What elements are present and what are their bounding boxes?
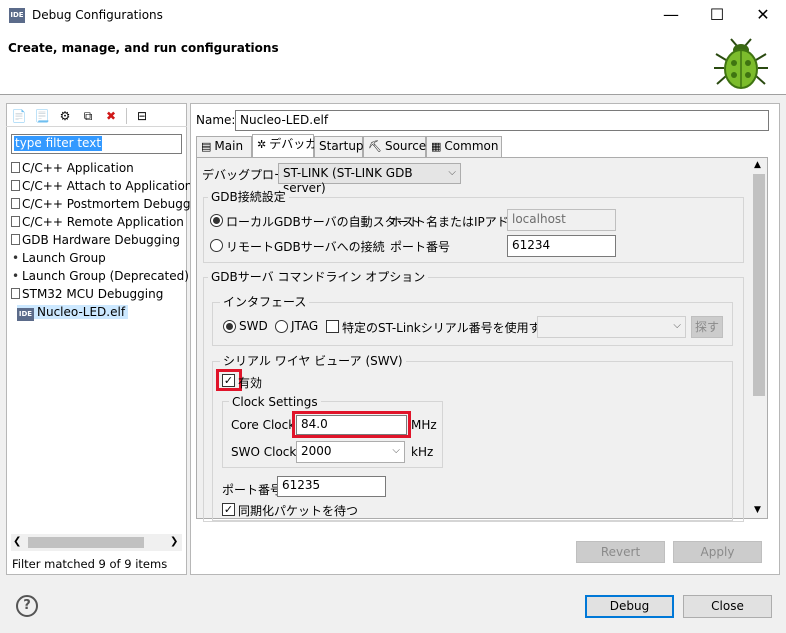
- duplicate-icon[interactable]: ⧉: [80, 108, 96, 124]
- tree-item[interactable]: C/C++ Remote Application: [11, 213, 184, 231]
- tab-common[interactable]: ▦ Common: [426, 136, 502, 157]
- delete-icon[interactable]: ✖: [103, 108, 119, 124]
- tree-item[interactable]: • Launch Group: [11, 249, 106, 267]
- file-icon: [11, 198, 20, 209]
- file-icon: [11, 180, 20, 191]
- tab-debugger[interactable]: ✲ デバッガ: [252, 134, 317, 158]
- core-clock-field[interactable]: 84.0: [296, 415, 407, 435]
- gdb-cmdline-title: GDBサーバ コマンドライン オプション: [208, 270, 429, 284]
- toolbar-divider: [126, 108, 127, 124]
- swo-clock-select[interactable]: 2000 ⌵: [296, 441, 405, 463]
- chevron-down-icon: ⌵: [673, 320, 681, 331]
- swo-clock-unit: kHz: [411, 445, 434, 459]
- close-button[interactable]: Close: [683, 595, 772, 618]
- scroll-down-icon[interactable]: ▼: [754, 505, 761, 515]
- sync-packet-label: 同期化パケットを待つ: [238, 504, 359, 518]
- host-field[interactable]: localhost: [507, 209, 616, 231]
- tree-item[interactable]: C/C++ Application: [11, 159, 134, 177]
- probe-select[interactable]: ST-LINK (ST-LINK GDB server) ⌵: [278, 163, 461, 195]
- tab-startup[interactable]: Startup: [314, 136, 364, 157]
- export-icon[interactable]: ⚙: [57, 108, 73, 124]
- file-icon: [11, 288, 20, 299]
- jtag-label: JTAG: [291, 319, 319, 333]
- swv-port-field[interactable]: 61235: [277, 476, 386, 497]
- tab-main[interactable]: ▤ Main: [196, 136, 252, 157]
- tab-source[interactable]: ⛏ Source: [363, 136, 426, 157]
- port-label: ポート番号: [390, 240, 451, 254]
- serial-select[interactable]: ⌵: [537, 316, 686, 338]
- search-button[interactable]: 探す: [691, 316, 723, 338]
- minimize-button[interactable]: —: [648, 0, 694, 31]
- revert-button[interactable]: Revert: [576, 541, 665, 563]
- scroll-thumb[interactable]: [28, 537, 144, 548]
- close-window-button[interactable]: ✕: [740, 0, 786, 31]
- remote-gdb-radio[interactable]: [210, 239, 223, 252]
- file-icon: [11, 216, 20, 227]
- name-field[interactable]: Nucleo-LED.elf: [235, 110, 769, 131]
- serial-checkbox[interactable]: [326, 320, 339, 333]
- scroll-right-icon[interactable]: ❯: [170, 536, 178, 547]
- file-icon: [11, 234, 20, 245]
- dot-icon: •: [11, 269, 20, 283]
- tree-item[interactable]: STM32 MCU Debugging: [11, 285, 163, 303]
- ide-icon: IDE: [17, 308, 34, 321]
- help-icon[interactable]: ?: [16, 595, 38, 617]
- chevron-down-icon: ⌵: [448, 167, 456, 178]
- debug-button[interactable]: Debug: [585, 595, 674, 618]
- scroll-left-icon[interactable]: ❮: [13, 536, 21, 547]
- scroll-up-icon[interactable]: ▲: [754, 160, 761, 170]
- common-tab-icon: ▦: [431, 140, 442, 153]
- enable-label: 有効: [238, 376, 263, 390]
- tree-item-selected[interactable]: IDE Nucleo-LED.elf: [17, 303, 129, 321]
- swd-label: SWD: [239, 319, 268, 333]
- clock-settings-title: Clock Settings: [229, 395, 321, 409]
- new-configuration-icon[interactable]: 📄: [11, 108, 27, 124]
- gdb-connection-title: GDB接続設定: [208, 190, 289, 204]
- name-label: Name:: [196, 113, 236, 127]
- swv-port-label: ポート番号: [222, 483, 283, 497]
- new-prototype-icon[interactable]: 📃: [34, 108, 50, 124]
- local-gdb-radio[interactable]: [210, 214, 223, 227]
- bug-icon: [714, 38, 768, 89]
- port-field[interactable]: 61234: [507, 235, 616, 257]
- sync-packet-checkbox[interactable]: ✓: [222, 503, 235, 516]
- core-clock-label: Core Clock:: [231, 418, 300, 432]
- app-icon: IDE: [9, 8, 25, 23]
- maximize-button[interactable]: ☐: [694, 0, 740, 31]
- tree-item[interactable]: GDB Hardware Debugging: [11, 231, 180, 249]
- vscroll-thumb[interactable]: [753, 174, 765, 396]
- tree-item[interactable]: • Launch Group (Deprecated): [11, 267, 189, 285]
- core-clock-unit: MHz: [411, 418, 437, 432]
- banner-title: Create, manage, and run configurations: [8, 41, 279, 55]
- swv-title: シリアル ワイヤ ビューア (SWV): [220, 354, 406, 368]
- debugger-tab-icon: ✲: [257, 138, 267, 151]
- tree-item[interactable]: C/C++ Attach to Application: [11, 177, 192, 195]
- file-icon: [11, 162, 20, 173]
- jtag-radio[interactable]: [275, 320, 288, 333]
- enable-checkbox[interactable]: ✓: [222, 374, 235, 387]
- chevron-down-icon: ⌵: [392, 445, 400, 456]
- tree-item[interactable]: C/C++ Postmortem Debugger: [11, 195, 203, 213]
- apply-button[interactable]: Apply: [673, 541, 762, 563]
- collapse-all-icon[interactable]: ⊟: [134, 108, 150, 124]
- filter-status: Filter matched 9 of 9 items: [12, 557, 168, 571]
- source-tab-icon: ⛏: [368, 140, 382, 153]
- serial-label: 特定のST-Linkシリアル番号を使用する: [342, 321, 553, 335]
- filter-text[interactable]: type filter text: [14, 136, 103, 151]
- main-tab-icon: ▤: [201, 140, 212, 153]
- dot-icon: •: [11, 251, 20, 265]
- remote-gdb-label: リモートGDBサーバへの接続: [226, 240, 385, 254]
- window-title: Debug Configurations: [32, 8, 163, 22]
- swd-radio[interactable]: [223, 320, 236, 333]
- swo-clock-label: SWO Clock:: [231, 445, 301, 459]
- interface-title: インタフェース: [220, 295, 310, 309]
